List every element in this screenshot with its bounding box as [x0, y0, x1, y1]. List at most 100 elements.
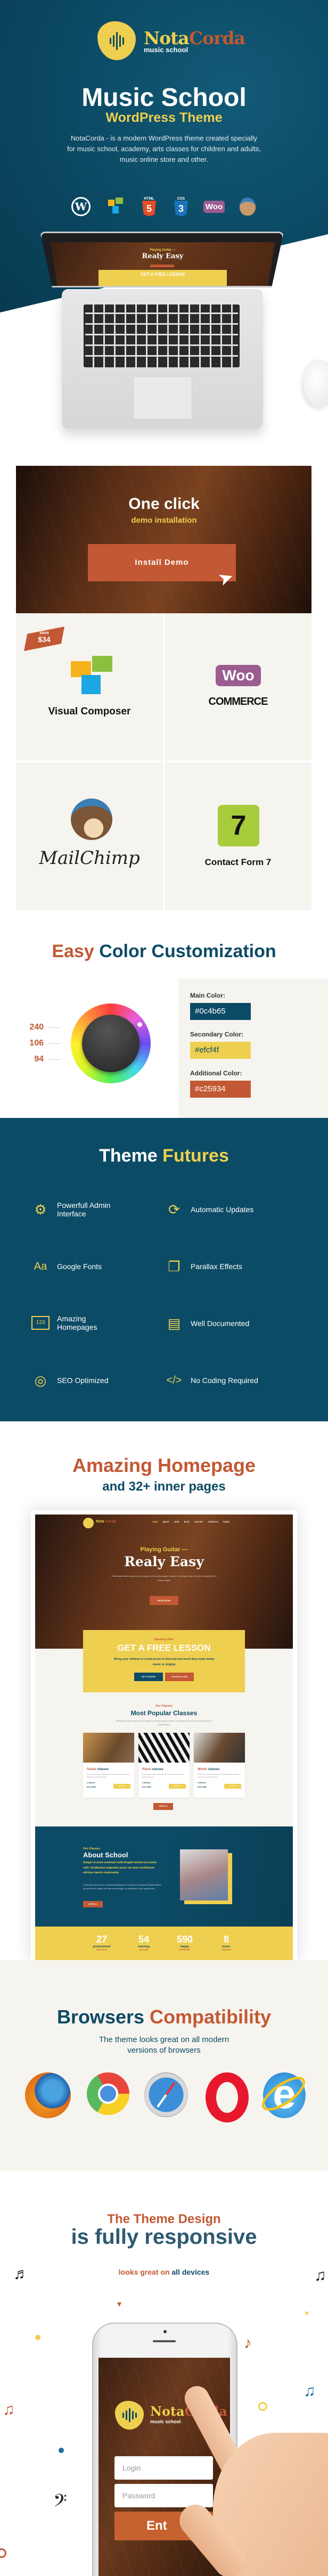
preview-about-section: Our Classes About School Integer in just… [35, 1826, 293, 1927]
preview-logo-icon [83, 1518, 94, 1528]
gear-icon: ⚙ [34, 1201, 47, 1217]
refresh-icon: ⟳ [168, 1201, 180, 1217]
music-note-icon: ♪ [244, 2334, 252, 2352]
logo-tagline: music school [144, 46, 188, 54]
more-info-button[interactable]: more info [224, 1784, 241, 1789]
preview-stats [35, 1927, 293, 1960]
feature-item: 123 Amazing Homepages [31, 1314, 154, 1331]
hero-subtitle: WordPress Theme [105, 110, 223, 125]
target-icon: ◎ [34, 1372, 47, 1388]
feature-label: Powerfull Admin Interface [57, 1201, 111, 1218]
music-note-icon: ♬ [13, 2265, 29, 2283]
preview-nav-item[interactable]: BLOG [184, 1521, 190, 1523]
install-demo-button[interactable]: Install Demo [88, 544, 236, 581]
rgb-green-value: 106 [29, 1039, 44, 1048]
plugin-cell-woocommerce [165, 613, 311, 761]
rgb-red-value: 240 [29, 1023, 44, 1032]
feature-label: Parallax Effects [191, 1262, 243, 1271]
preview-headline: Realy Easy [124, 1554, 204, 1569]
class-card: Guitar classes Nunc rhoncus libero vitae … [83, 1733, 134, 1798]
class-image [83, 1733, 134, 1763]
secondary-color-swatch[interactable]: #efcf4f [190, 1042, 251, 1059]
secondary-color-label: Secondary Color: [190, 1031, 244, 1038]
login-input[interactable]: Login [114, 2456, 213, 2480]
opera-icon [206, 2072, 249, 2122]
feature-item: ⟳ Automatic Updates [165, 1200, 288, 1219]
class-image [138, 1733, 190, 1763]
class-text: Nunc rhoncus libero vitae urna commodo f… [87, 1773, 130, 1778]
browsers-title: Browsers Compatibility [56, 2006, 272, 2028]
music-note-icon: ♫ [3, 2401, 15, 2418]
knob-indicator [137, 1022, 142, 1027]
preview-kicker: Playing Guitar — [140, 1546, 188, 1553]
document-icon: ▤ [167, 1315, 181, 1331]
preview-classes-text: Pellentesque mattis mauris ac tortor vol… [116, 1720, 212, 1726]
preview-classes-title: Most Popular Classes [130, 1709, 198, 1717]
preview-nav-item[interactable]: ABOUT [163, 1521, 169, 1523]
responsive-title-1: The Theme Design [107, 2212, 221, 2226]
preview-nav-item[interactable]: SHOP [174, 1521, 179, 1523]
preview-nav-item[interactable]: PAGES [223, 1521, 229, 1523]
woocommerce-logo: Woo [216, 665, 261, 686]
preview-nav-item[interactable]: HOME [152, 1521, 158, 1523]
additional-color-swatch[interactable]: #c25934 [190, 1081, 251, 1098]
additional-color-label: Additional Color: [190, 1069, 242, 1077]
preview-nav: HOME ABOUT SHOP BLOG GALLERY CONTACTS PAGES [152, 1521, 229, 1523]
plugin-name: MailChimp [39, 847, 140, 869]
preview-view-all-button[interactable]: VIEW ALL [153, 1803, 173, 1810]
class-text: Pellentesque mattis mauris ac tortor vol… [142, 1773, 185, 1778]
phone-camera [163, 2330, 167, 2333]
preview-read-more-button[interactable]: READ MORE [150, 1596, 178, 1605]
browsers-section [0, 1960, 328, 2171]
plugin-name: Visual Composer [48, 706, 131, 717]
preview-get-started-button[interactable]: GET STARTED [134, 1673, 163, 1681]
phone-speaker [153, 2340, 176, 2342]
feature-label: Automatic Updates [191, 1205, 254, 1214]
preview-about-button[interactable]: VIEW ALL [83, 1901, 103, 1907]
feature-label: No Coding Required [191, 1376, 258, 1385]
theme-promo-page: NotaCorda music school Music School Word… [0, 0, 328, 2576]
class-text: Nunc rhoncus libero vitae urna commodo f… [198, 1773, 241, 1778]
ring-decoration [0, 2548, 6, 2558]
demo-banner [16, 466, 311, 613]
visual-composer-logo [71, 656, 113, 698]
more-info-button[interactable]: more info [113, 1784, 130, 1789]
music-note-icon: ♫ [314, 2267, 326, 2284]
preview-logo: Nota Corda [96, 1520, 116, 1524]
stat-item: 27 professional teachers [93, 1934, 111, 1952]
stat-item: 590 happy students [176, 1934, 193, 1952]
internet-explorer-icon: e [257, 2070, 310, 2119]
contact-form-7-logo: 7 [218, 805, 259, 846]
class-card: Winds classes Nunc rhoncus libero vitae u… [194, 1733, 245, 1798]
chrome-icon [87, 2072, 129, 2115]
visual-composer-icon [105, 196, 127, 217]
more-info-button[interactable]: more info [169, 1784, 186, 1789]
plugin-name: Contact Form 7 [204, 857, 272, 867]
hero-description: NotaCorda - is a modern WordPress theme … [67, 134, 261, 163]
bass-clef-icon: 𝄢 [53, 2491, 67, 2515]
code-icon: </> [166, 1375, 182, 1386]
soundwave-icon [97, 21, 136, 60]
browser-window-icon: 123 [31, 1316, 50, 1330]
keyboard [84, 304, 240, 367]
preview-hero-text: Pellentesque mattis mauris ac tortor vol… [111, 1575, 217, 1582]
features-title: Theme Futures [99, 1146, 229, 1166]
preview-nav-item[interactable]: CONTACTS [208, 1521, 218, 1523]
stat-item: 8 music classes [221, 1934, 232, 1952]
layers-icon: ❐ [168, 1258, 181, 1274]
preview-choose-class-button[interactable]: CHOOSE CLASS [165, 1673, 194, 1681]
color-section-title: Easy Color Customization [52, 941, 276, 961]
password-input[interactable]: Password [114, 2484, 213, 2507]
phone-logo-tagline: music school [150, 2419, 181, 2424]
feature-item: ❐ Parallax Effects [165, 1257, 288, 1275]
color-knob[interactable] [82, 1015, 140, 1072]
firefox-icon [25, 2072, 71, 2118]
font-icon: Aa [34, 1261, 47, 1272]
feature-item: ▤ Well Documented [165, 1314, 288, 1332]
class-title: Guitar classes [87, 1768, 109, 1771]
main-color-swatch[interactable]: #0c4b65 [190, 1003, 251, 1020]
logo-badge [97, 21, 136, 60]
preview-nav-item[interactable]: GALLERY [194, 1521, 203, 1523]
dot-decoration [59, 2448, 64, 2453]
responsive-tagline: looks great on all devices [118, 2268, 210, 2276]
